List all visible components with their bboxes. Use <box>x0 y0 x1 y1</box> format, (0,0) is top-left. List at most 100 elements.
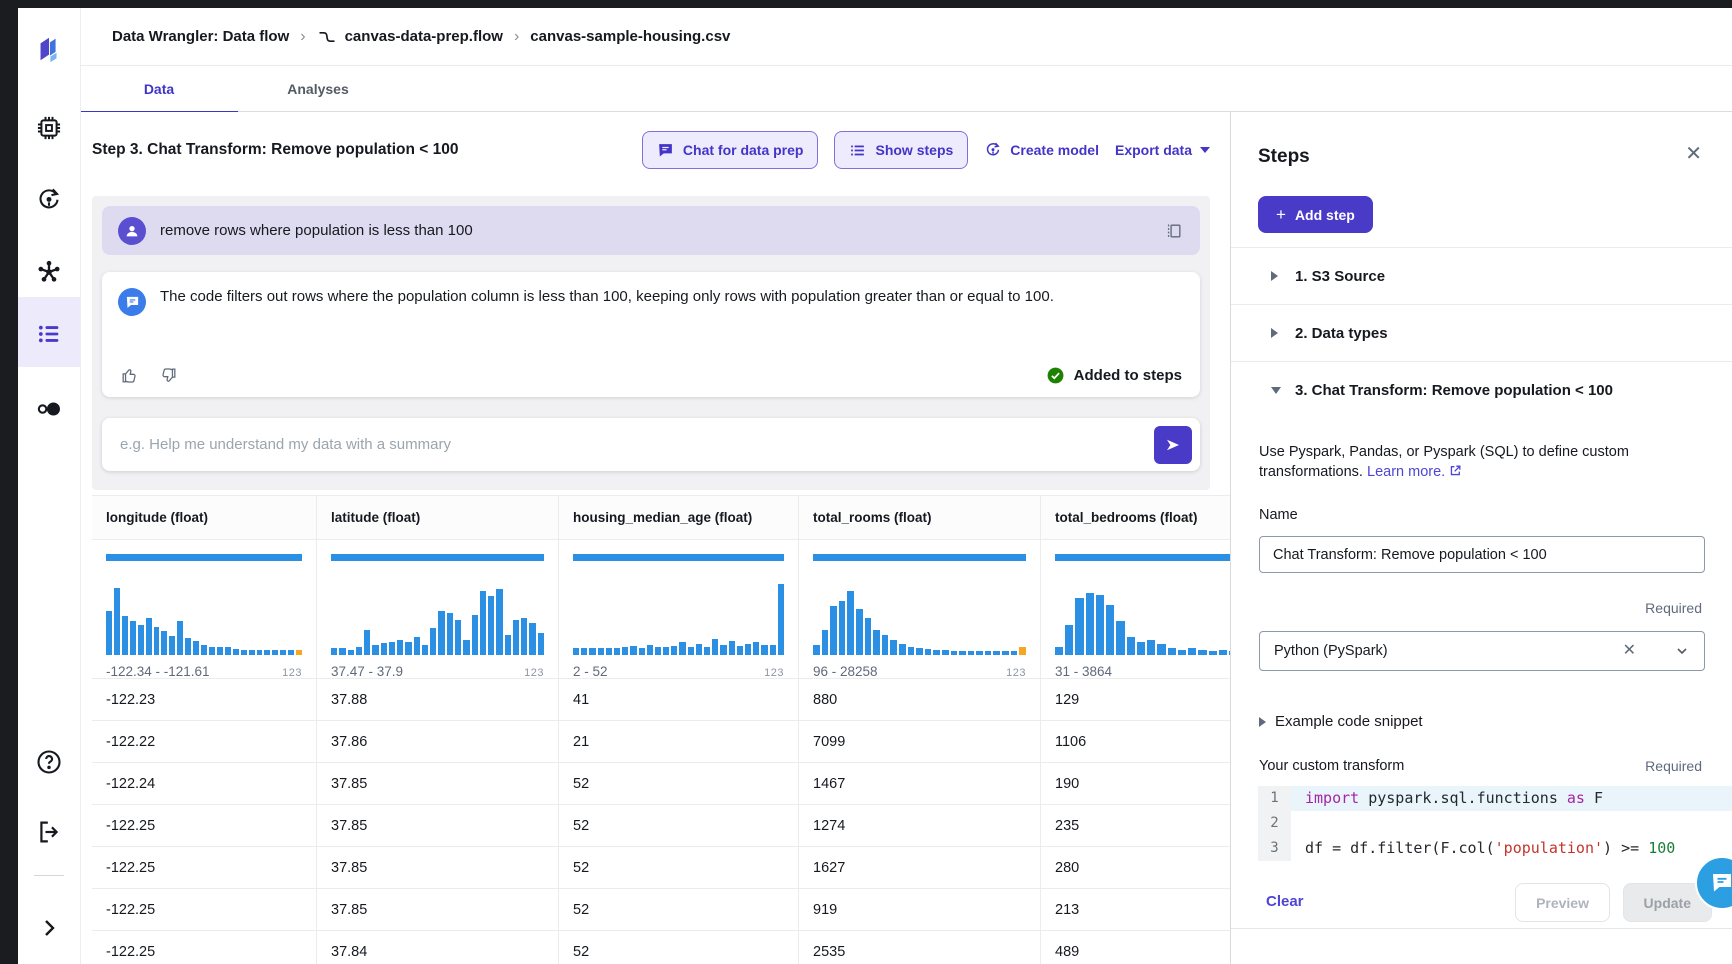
histogram-bar <box>472 615 478 655</box>
table-row: -122.2337.8841880129 <box>92 679 1230 721</box>
histogram-row: -122.34 - -121.6112337.47 - 37.91232 - 5… <box>92 540 1230 679</box>
datasets-circles-icon[interactable] <box>18 395 80 423</box>
create-model-label: Create model <box>1010 142 1099 158</box>
custom-transform-label: Your custom transform <box>1259 758 1404 774</box>
compute-cpu-icon[interactable] <box>18 114 80 142</box>
create-model-button[interactable]: Create model <box>984 141 1099 159</box>
chevron-down-icon <box>1200 147 1210 153</box>
histogram-bar <box>356 647 362 655</box>
histogram-bar <box>138 625 144 655</box>
thumbs-up-icon[interactable] <box>120 366 139 385</box>
histogram-bar <box>233 649 239 655</box>
histogram-bar <box>873 630 880 655</box>
histogram-bar <box>249 650 255 655</box>
clear-button[interactable]: Clear <box>1266 893 1304 910</box>
chat-for-data-prep-button[interactable]: Chat for data prep <box>642 131 819 169</box>
data-wrangler-list-icon[interactable] <box>18 320 80 348</box>
histogram-count: 123 <box>764 667 784 679</box>
logout-icon[interactable] <box>18 818 80 846</box>
model-network-icon[interactable] <box>18 258 80 286</box>
name-input[interactable] <box>1259 536 1705 573</box>
histogram-bar <box>639 648 645 655</box>
histogram-bars <box>331 571 544 655</box>
added-to-steps-label: Added to steps <box>1074 367 1182 384</box>
chat-input[interactable] <box>118 435 1154 454</box>
chevron-down-icon[interactable] <box>1674 643 1690 659</box>
step-item[interactable]: 3. Chat Transform: Remove population < 1… <box>1231 361 1732 418</box>
histogram-bar <box>942 650 949 655</box>
tab-data[interactable]: Data <box>80 67 238 114</box>
breadcrumb-flow-file[interactable]: canvas-data-prep.flow <box>345 28 503 45</box>
table-cell: -122.24 <box>92 763 317 804</box>
example-code-snippet-toggle[interactable]: Example code snippet <box>1259 713 1423 730</box>
send-button[interactable] <box>1154 426 1192 464</box>
histogram-bar <box>581 648 587 655</box>
create-model-icon <box>984 141 1002 159</box>
caret-down-icon <box>1271 387 1281 394</box>
histogram-bar <box>622 647 628 655</box>
column-header: total_rooms (float) <box>799 496 1041 539</box>
histogram-bar <box>463 640 469 655</box>
table-cell: 213 <box>1041 889 1230 930</box>
histogram-labels: 31 - 3864 <box>1055 664 1230 679</box>
histogram-bar <box>538 633 544 655</box>
breadcrumb-data-flow[interactable]: Data Wrangler: Data flow <box>112 28 289 45</box>
histogram-bar <box>908 647 915 655</box>
histogram-bar <box>720 645 726 655</box>
histogram-bar <box>704 647 710 655</box>
tab-analyses[interactable]: Analyses <box>238 67 398 111</box>
tabbar: Data Analyses <box>80 67 1732 112</box>
toolbar: Chat for data prep Show steps <box>642 131 1210 169</box>
histogram-bar <box>455 620 461 655</box>
table-row: -122.2237.862170991106 <box>92 721 1230 763</box>
histogram-bar <box>959 651 966 655</box>
show-steps-button[interactable]: Show steps <box>834 131 968 169</box>
histogram-bar <box>1065 625 1073 655</box>
table-cell: 37.85 <box>317 763 559 804</box>
histogram-bar <box>161 631 167 655</box>
list-icon <box>849 142 866 159</box>
histogram-bar <box>729 641 735 655</box>
external-link-icon[interactable] <box>1449 464 1462 477</box>
language-select[interactable]: Python (PySpark) ✕ <box>1259 631 1705 671</box>
learn-more-link[interactable]: Learn more. <box>1367 464 1445 480</box>
histogram-bar <box>513 620 519 655</box>
histogram-bar <box>696 644 702 655</box>
code-line-content: import pyspark.sql.functions as F <box>1291 786 1732 811</box>
deploy-model-icon[interactable] <box>18 186 80 214</box>
step-item[interactable]: 2. Data types <box>1231 304 1732 361</box>
histogram-bar <box>712 639 718 655</box>
histogram-bar <box>154 627 160 655</box>
step-item[interactable]: 1. S3 Source <box>1231 247 1732 304</box>
canvas-logo-icon[interactable] <box>18 33 80 65</box>
clear-selection-icon[interactable]: ✕ <box>1623 643 1636 659</box>
histogram-bar <box>899 644 906 655</box>
help-icon[interactable] <box>18 748 80 776</box>
add-step-button[interactable]: + Add step <box>1258 196 1373 233</box>
code-editor[interactable]: 1import pyspark.sql.functions as F23df =… <box>1258 786 1732 863</box>
add-step-label: Add step <box>1295 207 1355 223</box>
table-cell: 1106 <box>1041 721 1230 762</box>
thumbs-down-icon[interactable] <box>159 366 178 385</box>
histogram-bar <box>264 650 270 655</box>
preview-button[interactable]: Preview <box>1515 883 1610 922</box>
histogram-bar <box>280 650 286 655</box>
export-data-button[interactable]: Export data <box>1115 142 1210 158</box>
histogram-range: 31 - 3864 <box>1055 664 1112 679</box>
completeness-bar <box>1055 554 1230 561</box>
expand-sidebar-chevron-icon[interactable] <box>18 916 80 940</box>
histogram-bar <box>865 618 872 655</box>
close-icon[interactable]: ✕ <box>1685 144 1702 164</box>
copy-icon[interactable] <box>1164 221 1184 241</box>
histogram-bar <box>430 628 436 655</box>
histogram-bar <box>1127 637 1135 655</box>
histogram-bar <box>339 648 345 655</box>
breadcrumb-separator: › <box>514 28 519 46</box>
table-row: -122.2437.85521467190 <box>92 763 1230 805</box>
histogram-count: 123 <box>1006 667 1026 679</box>
table-cell: -122.23 <box>92 679 317 720</box>
sidebar-divider <box>34 875 64 876</box>
histogram-bar <box>381 643 387 655</box>
histogram-bar <box>1116 621 1124 655</box>
step-item-label: 2. Data types <box>1295 325 1388 342</box>
